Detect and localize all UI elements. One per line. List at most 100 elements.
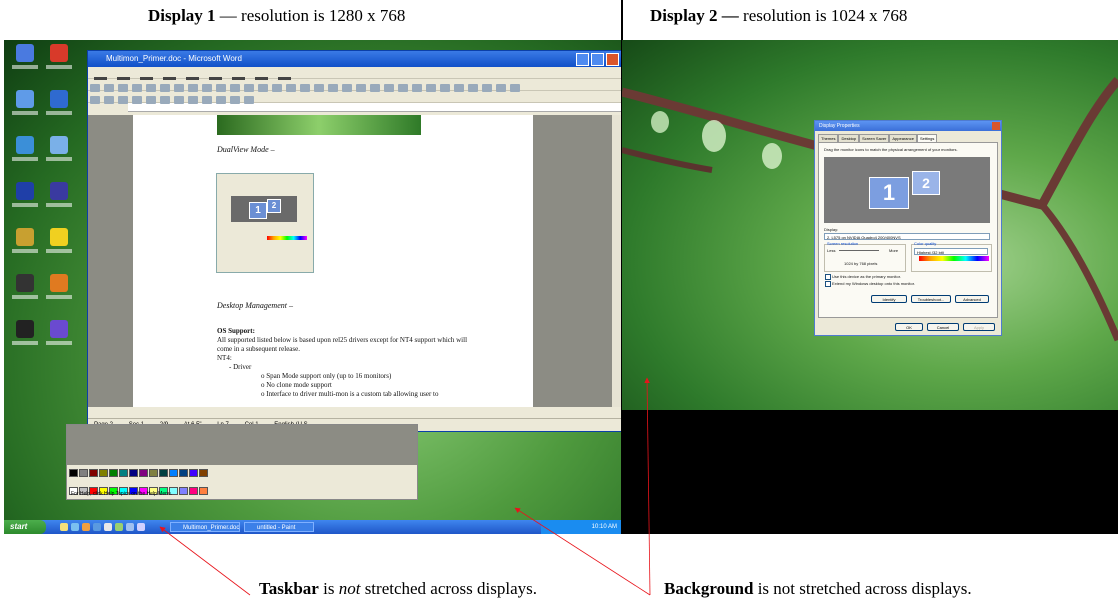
- system-tray: 10:10 AM: [541, 520, 621, 534]
- close-button[interactable]: [992, 122, 1000, 130]
- taskbar-button-word[interactable]: Multimon_Primer.doc ...: [170, 522, 240, 532]
- desktop-icon[interactable]: [10, 228, 40, 262]
- display1-screen: Multimon_Primer.doc - Microsoft Word Dua…: [4, 40, 621, 534]
- desktop-icon[interactable]: [44, 90, 74, 124]
- dialog-title-bar[interactable]: Display Properties: [815, 121, 1001, 131]
- desktop-icon[interactable]: [44, 44, 74, 78]
- tab-settings[interactable]: Settings: [916, 134, 938, 142]
- palette-swatch[interactable]: [189, 469, 198, 477]
- desktop-icon[interactable]: [10, 90, 40, 124]
- taskbar-caption-rest: stretched across displays.: [360, 579, 538, 598]
- cancel-button[interactable]: Cancel: [927, 323, 959, 331]
- palette-swatch[interactable]: [149, 469, 158, 477]
- word-review-toolbar[interactable]: [88, 91, 621, 104]
- palette-swatch[interactable]: [69, 469, 78, 477]
- settings-panel: Drag the monitor icons to match the phys…: [818, 142, 998, 318]
- close-button[interactable]: [606, 53, 619, 66]
- display-label: Display:: [824, 227, 839, 232]
- quick-launch-icon[interactable]: [137, 523, 145, 531]
- desktop-icon[interactable]: [10, 182, 40, 216]
- resolution-slider[interactable]: [839, 250, 879, 251]
- word-menu-bar[interactable]: [88, 67, 621, 80]
- taskbar-caption-mid: is: [318, 579, 339, 598]
- advanced-button[interactable]: Advanced: [955, 295, 989, 303]
- identify-button[interactable]: Identify: [871, 295, 907, 303]
- display-properties-dialog[interactable]: Display Properties Themes Desktop Screen S…: [814, 120, 1002, 336]
- palette-swatch[interactable]: [159, 469, 168, 477]
- desktop-icon[interactable]: [44, 274, 74, 308]
- quick-launch-icon[interactable]: [71, 523, 79, 531]
- desktop-icon[interactable]: [10, 136, 40, 170]
- tab-screen-saver[interactable]: Screen Saver: [859, 134, 890, 142]
- background-caption-rest: is not stretched across displays.: [753, 579, 972, 598]
- quick-launch-icon[interactable]: [126, 523, 134, 531]
- paint-canvas[interactable]: [67, 425, 417, 465]
- paint-window[interactable]: For Help, click Help Topics on the Help …: [66, 424, 418, 500]
- taskbar: start Multimon_Primer.doc ... untitled -…: [4, 520, 621, 534]
- palette-swatch[interactable]: [179, 487, 188, 495]
- palette-swatch[interactable]: [189, 487, 198, 495]
- desktop-icon[interactable]: [10, 274, 40, 308]
- palette-swatch[interactable]: [139, 469, 148, 477]
- palette-swatch[interactable]: [199, 469, 208, 477]
- palette-swatch[interactable]: [199, 487, 208, 495]
- quick-launch-icon[interactable]: [115, 523, 123, 531]
- taskbar-button-paint[interactable]: untitled - Paint: [244, 522, 314, 532]
- palette-swatch[interactable]: [129, 469, 138, 477]
- maximize-button[interactable]: [591, 53, 604, 66]
- display2-screen: Display Properties Themes Desktop Screen S…: [622, 40, 1118, 534]
- quick-launch-icon[interactable]: [93, 523, 101, 531]
- quick-launch-icon[interactable]: [104, 523, 112, 531]
- tab-desktop[interactable]: Desktop: [838, 134, 860, 142]
- dialog-instruction: Drag the monitor icons to match the phys…: [824, 147, 958, 152]
- paint-color-palette[interactable]: [69, 469, 209, 505]
- display-select[interactable]: 2. L575 on NVIDIA Quadro4 200/400NVS: [824, 233, 990, 240]
- palette-swatch[interactable]: [79, 469, 88, 477]
- taskbar-caption-italic: not: [338, 579, 361, 598]
- less-label: Less: [827, 248, 836, 253]
- word-window[interactable]: Multimon_Primer.doc - Microsoft Word Dua…: [87, 50, 621, 432]
- taskbar-caption: Taskbar is not stretched across displays…: [259, 579, 537, 599]
- document-image: [217, 115, 421, 135]
- minimize-button[interactable]: [576, 53, 589, 66]
- palette-swatch[interactable]: [109, 469, 118, 477]
- palette-swatch[interactable]: [169, 469, 178, 477]
- clock: 10:10 AM: [591, 524, 617, 530]
- more-label: More: [889, 248, 899, 253]
- troubleshoot-button[interactable]: Troubleshoot...: [911, 295, 951, 303]
- start-button[interactable]: start: [4, 520, 46, 534]
- monitor-arrangement[interactable]: 1 2: [824, 157, 990, 223]
- vertical-scrollbar[interactable]: [612, 115, 621, 407]
- resolution-value: 1024 by 768 pixels: [844, 261, 878, 266]
- document-page[interactable]: DualView Mode – 12 Desktop Management – …: [133, 115, 533, 407]
- word-standard-toolbar[interactable]: [88, 79, 621, 92]
- color-quality-select[interactable]: Highest (32 bit): [914, 248, 988, 255]
- word-title-bar[interactable]: Multimon_Primer.doc - Microsoft Word: [88, 51, 621, 67]
- ok-button[interactable]: OK: [895, 323, 923, 331]
- apply-button[interactable]: Apply: [963, 323, 995, 331]
- doc-heading-dualview: DualView Mode –: [217, 145, 275, 154]
- desktop-icon[interactable]: [10, 44, 40, 78]
- quick-launch-icon[interactable]: [60, 523, 68, 531]
- palette-swatch[interactable]: [179, 469, 188, 477]
- monitor-1-icon[interactable]: 1: [869, 177, 909, 209]
- monitor-2-icon[interactable]: 2: [912, 171, 940, 195]
- tab-appearance[interactable]: Appearance: [889, 134, 917, 142]
- palette-swatch[interactable]: [99, 469, 108, 477]
- palette-swatch[interactable]: [119, 469, 128, 477]
- desktop-icon[interactable]: [44, 228, 74, 262]
- doc-os-line2: come in a subsequent release.: [217, 345, 300, 353]
- extend-desktop-checkbox[interactable]: [825, 281, 831, 287]
- display2-heading-bold: Display 2 —: [650, 6, 739, 25]
- desktop-icons: [8, 44, 80, 366]
- primary-monitor-checkbox[interactable]: [825, 274, 831, 280]
- doc-screenshot-thumbnail: 12: [216, 173, 314, 273]
- desktop-icon[interactable]: [10, 320, 40, 354]
- quick-launch-icon[interactable]: [82, 523, 90, 531]
- desktop-icon[interactable]: [44, 320, 74, 354]
- tab-themes[interactable]: Themes: [818, 134, 839, 142]
- color-bar: [919, 256, 989, 261]
- palette-swatch[interactable]: [89, 469, 98, 477]
- desktop-icon[interactable]: [44, 182, 74, 216]
- desktop-icon[interactable]: [44, 136, 74, 170]
